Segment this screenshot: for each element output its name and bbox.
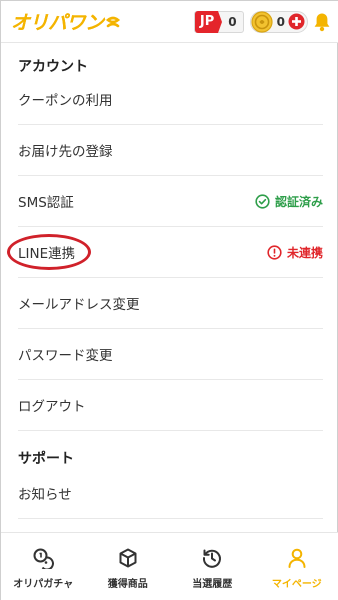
bottom-navigation: オリパガチャ 獲得商品 当選履歴 マイページ	[1, 532, 338, 600]
line-status-badge: 未連携	[267, 244, 323, 261]
nav-label: オリパガチャ	[13, 578, 74, 590]
menu-item-label: お知らせ	[18, 487, 72, 503]
menu-item-label: LINE連携	[18, 246, 76, 262]
bell-icon	[314, 13, 330, 31]
app-header: オリパワン JP 0 0	[1, 1, 338, 43]
menu-item-delivery-address[interactable]: お届け先の登録	[18, 125, 323, 176]
logo-text: オリパワン	[11, 12, 104, 34]
menu-item-sms-auth[interactable]: SMS認証 認証済み	[18, 176, 323, 227]
jp-point-badge[interactable]: JP 0	[193, 10, 244, 33]
nav-item-win-history[interactable]: 当選履歴	[170, 533, 255, 600]
menu-item-label: お届け先の登録	[18, 144, 113, 160]
check-circle-icon	[255, 193, 270, 209]
line-status-text: 未連携	[286, 245, 323, 260]
jp-label: JP	[194, 10, 223, 33]
menu-item-password-change[interactable]: パスワード変更	[18, 329, 323, 380]
gacha-icon	[33, 548, 55, 569]
nav-label: 獲得商品	[107, 578, 148, 590]
menu-item-label: ログアウト	[18, 399, 86, 415]
menu-item-label: メールアドレス変更	[18, 297, 140, 313]
coin-icon	[251, 10, 273, 33]
nav-label: マイページ	[271, 578, 322, 590]
person-icon	[288, 548, 306, 568]
menu-item-coupon[interactable]: クーポンの利用	[18, 74, 323, 125]
alert-circle-icon	[267, 244, 282, 260]
menu-item-label: クーポンの利用	[18, 93, 113, 109]
menu-item-label: SMS認証	[18, 195, 74, 211]
nav-label: 当選履歴	[192, 578, 233, 590]
support-section-title: サポート	[18, 451, 74, 467]
menu-item-news[interactable]: お知らせ	[18, 468, 323, 519]
coin-count: 0	[276, 14, 285, 29]
notification-button[interactable]	[313, 12, 331, 32]
header-balances: JP 0 0	[193, 10, 331, 33]
app-frame: オリパワン JP 0 0 アカウント クーポンの利用 お届け先の登録 SMS認証…	[0, 0, 338, 600]
history-icon	[203, 549, 222, 568]
menu-item-logout[interactable]: ログアウト	[18, 380, 323, 431]
menu-item-label: パスワード変更	[18, 348, 113, 364]
menu-item-line-link[interactable]: LINE連携 未連携	[18, 227, 323, 278]
sms-status-text: 認証済み	[274, 194, 323, 209]
logo-mark-icon	[105, 16, 120, 28]
coin-balance[interactable]: 0	[249, 10, 308, 33]
box-icon	[119, 548, 137, 567]
nav-item-my-page[interactable]: マイページ	[255, 533, 338, 600]
account-section-title: アカウント	[18, 59, 88, 75]
sms-status-badge: 認証済み	[255, 193, 323, 210]
nav-item-acquired-items[interactable]: 獲得商品	[86, 533, 171, 600]
nav-item-oripa-gacha[interactable]: オリパガチャ	[1, 533, 86, 600]
add-icon[interactable]	[288, 13, 305, 30]
app-logo[interactable]: オリパワン	[11, 8, 121, 35]
menu-item-email-change[interactable]: メールアドレス変更	[18, 278, 323, 329]
